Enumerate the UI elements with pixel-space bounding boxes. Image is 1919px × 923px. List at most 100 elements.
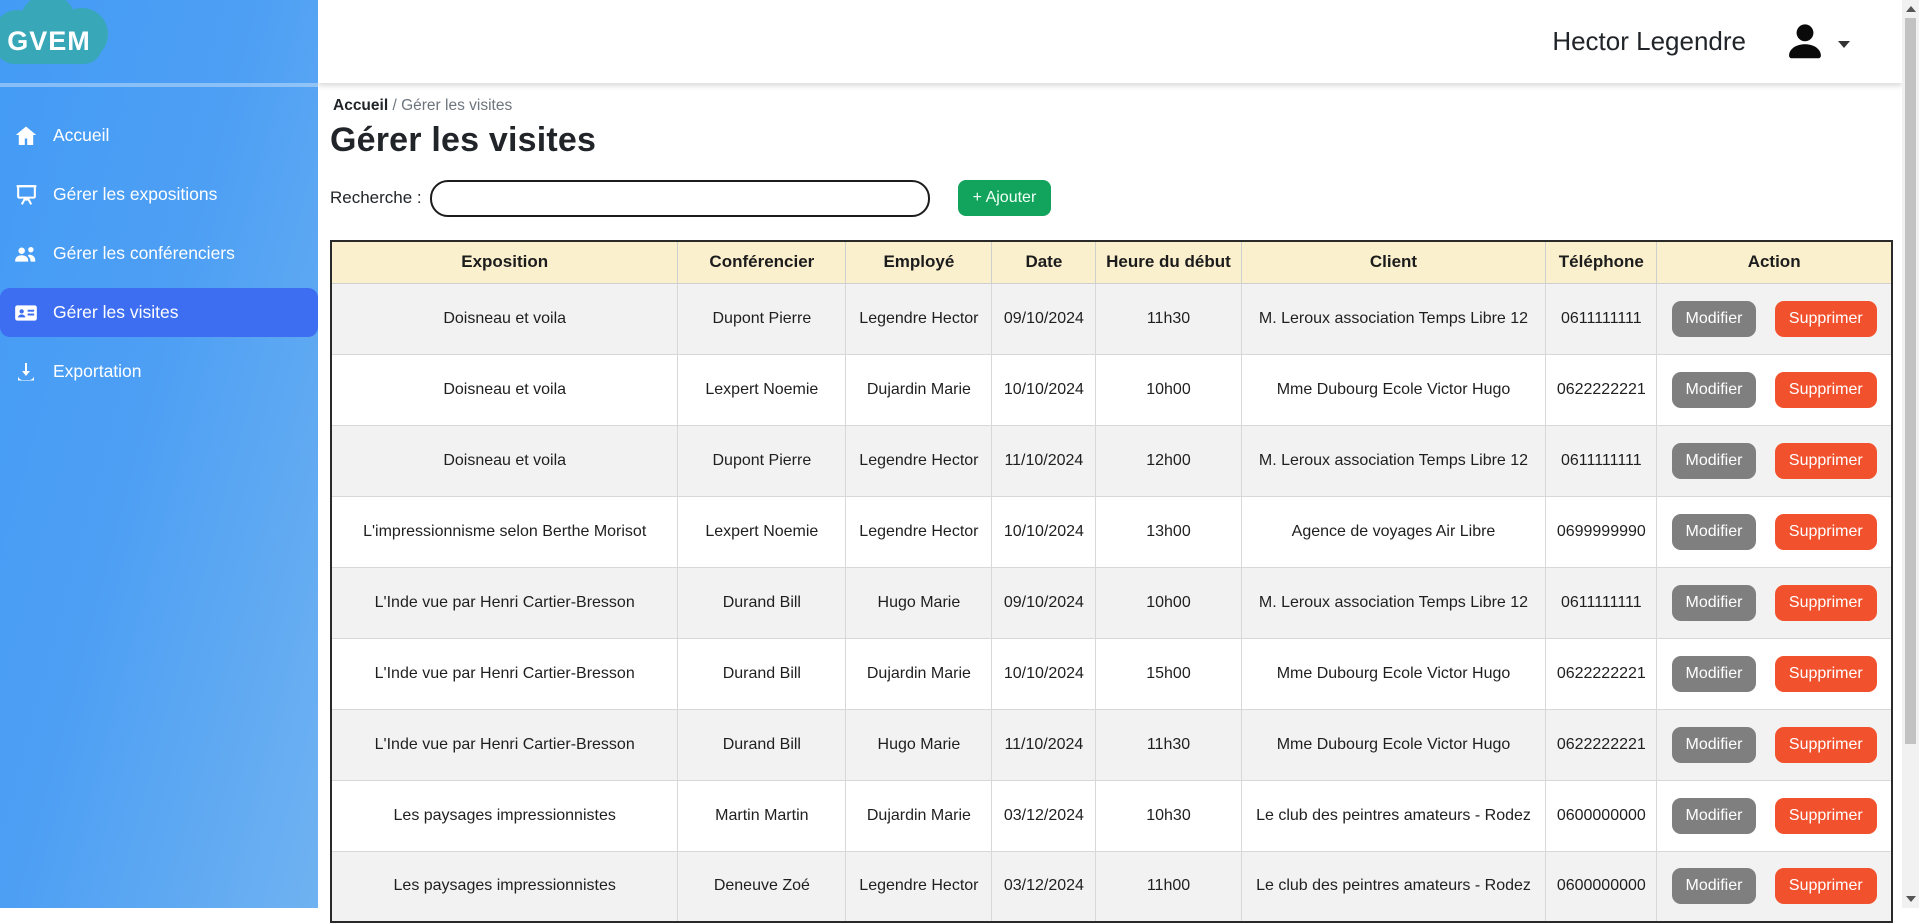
delete-button[interactable]: Supprimer: [1775, 443, 1877, 479]
edit-button[interactable]: Modifier: [1672, 868, 1757, 904]
cell-telephone: 0611111111: [1546, 567, 1657, 638]
sidebar-item-gerer-expositions[interactable]: Gérer les expositions: [0, 170, 318, 219]
vertical-scrollbar[interactable]: [1902, 0, 1919, 908]
cell-exposition: Doisneau et voila: [331, 283, 678, 354]
table-row: L'Inde vue par Henri Cartier-Bresson Dur…: [331, 567, 1892, 638]
breadcrumb-accueil[interactable]: Accueil: [333, 97, 388, 114]
cell-actions: Modifier Supprimer: [1657, 425, 1892, 496]
cell-heure: 11h30: [1096, 283, 1241, 354]
edit-button[interactable]: Modifier: [1672, 514, 1757, 550]
cell-heure: 11h30: [1096, 709, 1241, 780]
sidebar: GVEM Accueil Gérer les expositions Gérer…: [0, 0, 318, 908]
cell-telephone: 0600000000: [1546, 780, 1657, 851]
column-header-telephone: Téléphone: [1546, 241, 1657, 283]
cell-telephone: 0600000000: [1546, 851, 1657, 922]
cell-date: 03/12/2024: [992, 851, 1096, 922]
edit-button[interactable]: Modifier: [1672, 798, 1757, 834]
search-input[interactable]: [430, 180, 930, 217]
cell-actions: Modifier Supprimer: [1657, 851, 1892, 922]
sidebar-item-exportation[interactable]: Exportation: [0, 347, 318, 396]
edit-button[interactable]: Modifier: [1672, 372, 1757, 408]
cell-telephone: 0622222221: [1546, 638, 1657, 709]
delete-button[interactable]: Supprimer: [1775, 868, 1877, 904]
edit-button[interactable]: Modifier: [1672, 656, 1757, 692]
user-avatar-icon: [1782, 19, 1828, 65]
user-menu-toggle[interactable]: [1782, 19, 1850, 65]
cell-date: 03/12/2024: [992, 780, 1096, 851]
cell-client: Le club des peintres amateurs - Rodez: [1241, 780, 1546, 851]
home-icon: [13, 123, 39, 149]
cell-employe: Legendre Hector: [846, 496, 992, 567]
cell-conferencier: Lexpert Noemie: [678, 354, 846, 425]
table-row: Doisneau et voila Lexpert Noemie Dujardi…: [331, 354, 1892, 425]
delete-button[interactable]: Supprimer: [1775, 656, 1877, 692]
delete-button[interactable]: Supprimer: [1775, 301, 1877, 337]
sidebar-item-label: Accueil: [53, 125, 109, 146]
cell-actions: Modifier Supprimer: [1657, 638, 1892, 709]
sidebar-item-label: Gérer les expositions: [53, 184, 217, 205]
cell-client: Mme Dubourg Ecole Victor Hugo: [1241, 354, 1546, 425]
easel-icon: [13, 182, 39, 208]
cell-heure: 15h00: [1096, 638, 1241, 709]
cell-date: 10/10/2024: [992, 638, 1096, 709]
current-user-name: Hector Legendre: [1552, 26, 1746, 57]
scrollbar-thumb[interactable]: [1905, 18, 1916, 744]
people-icon: [13, 241, 39, 267]
table-row: L'Inde vue par Henri Cartier-Bresson Dur…: [331, 638, 1892, 709]
column-header-heure: Heure du début: [1096, 241, 1241, 283]
search-label: Recherche :: [330, 188, 422, 208]
cell-conferencier: Martin Martin: [678, 780, 846, 851]
cell-heure: 10h00: [1096, 354, 1241, 425]
cell-date: 11/10/2024: [992, 709, 1096, 780]
delete-button[interactable]: Supprimer: [1775, 514, 1877, 550]
scrollbar-down-arrow-icon[interactable]: [1906, 896, 1916, 902]
cell-conferencier: Deneuve Zoé: [678, 851, 846, 922]
edit-button[interactable]: Modifier: [1672, 727, 1757, 763]
cell-employe: Hugo Marie: [846, 567, 992, 638]
cell-employe: Dujardin Marie: [846, 780, 992, 851]
cell-client: M. Leroux association Temps Libre 12: [1241, 425, 1546, 496]
download-icon: [13, 359, 39, 385]
table-header: Exposition Conférencier Employé Date Heu…: [331, 241, 1892, 283]
sidebar-item-gerer-visites[interactable]: Gérer les visites: [0, 288, 318, 337]
delete-button[interactable]: Supprimer: [1775, 798, 1877, 834]
breadcrumb-separator: /: [392, 97, 401, 114]
sidebar-item-accueil[interactable]: Accueil: [0, 111, 318, 160]
delete-button[interactable]: Supprimer: [1775, 585, 1877, 621]
cell-date: 10/10/2024: [992, 354, 1096, 425]
column-header-employe: Employé: [846, 241, 992, 283]
add-button[interactable]: + Ajouter: [958, 180, 1052, 216]
cell-employe: Legendre Hector: [846, 283, 992, 354]
cell-exposition: Doisneau et voila: [331, 354, 678, 425]
table-row: Doisneau et voila Dupont Pierre Legendre…: [331, 425, 1892, 496]
scrollbar-up-arrow-icon[interactable]: [1906, 6, 1916, 12]
cell-date: 09/10/2024: [992, 567, 1096, 638]
top-header: Hector Legendre: [318, 0, 1902, 83]
cell-employe: Dujardin Marie: [846, 354, 992, 425]
cell-telephone: 0622222221: [1546, 354, 1657, 425]
sidebar-item-gerer-conferenciers[interactable]: Gérer les conférenciers: [0, 229, 318, 278]
cell-heure: 12h00: [1096, 425, 1241, 496]
cell-client: Mme Dubourg Ecole Victor Hugo: [1241, 709, 1546, 780]
table-row: Les paysages impressionnistes Martin Mar…: [331, 780, 1892, 851]
edit-button[interactable]: Modifier: [1672, 585, 1757, 621]
id-card-icon: [13, 300, 39, 326]
cell-date: 11/10/2024: [992, 425, 1096, 496]
cell-employe: Legendre Hector: [846, 851, 992, 922]
cell-exposition: L'Inde vue par Henri Cartier-Bresson: [331, 638, 678, 709]
cell-actions: Modifier Supprimer: [1657, 283, 1892, 354]
cell-exposition: Les paysages impressionnistes: [331, 780, 678, 851]
sidebar-item-label: Gérer les visites: [53, 302, 178, 323]
page-title: Gérer les visites: [330, 121, 1902, 160]
edit-button[interactable]: Modifier: [1672, 301, 1757, 337]
delete-button[interactable]: Supprimer: [1775, 372, 1877, 408]
edit-button[interactable]: Modifier: [1672, 443, 1757, 479]
main-content: Accueil / Gérer les visites Gérer les vi…: [318, 83, 1902, 908]
column-header-action: Action: [1657, 241, 1892, 283]
app-logo: GVEM: [0, 0, 110, 70]
cell-exposition: L'Inde vue par Henri Cartier-Bresson: [331, 709, 678, 780]
cell-heure: 13h00: [1096, 496, 1241, 567]
cell-conferencier: Dupont Pierre: [678, 425, 846, 496]
delete-button[interactable]: Supprimer: [1775, 727, 1877, 763]
cell-actions: Modifier Supprimer: [1657, 567, 1892, 638]
